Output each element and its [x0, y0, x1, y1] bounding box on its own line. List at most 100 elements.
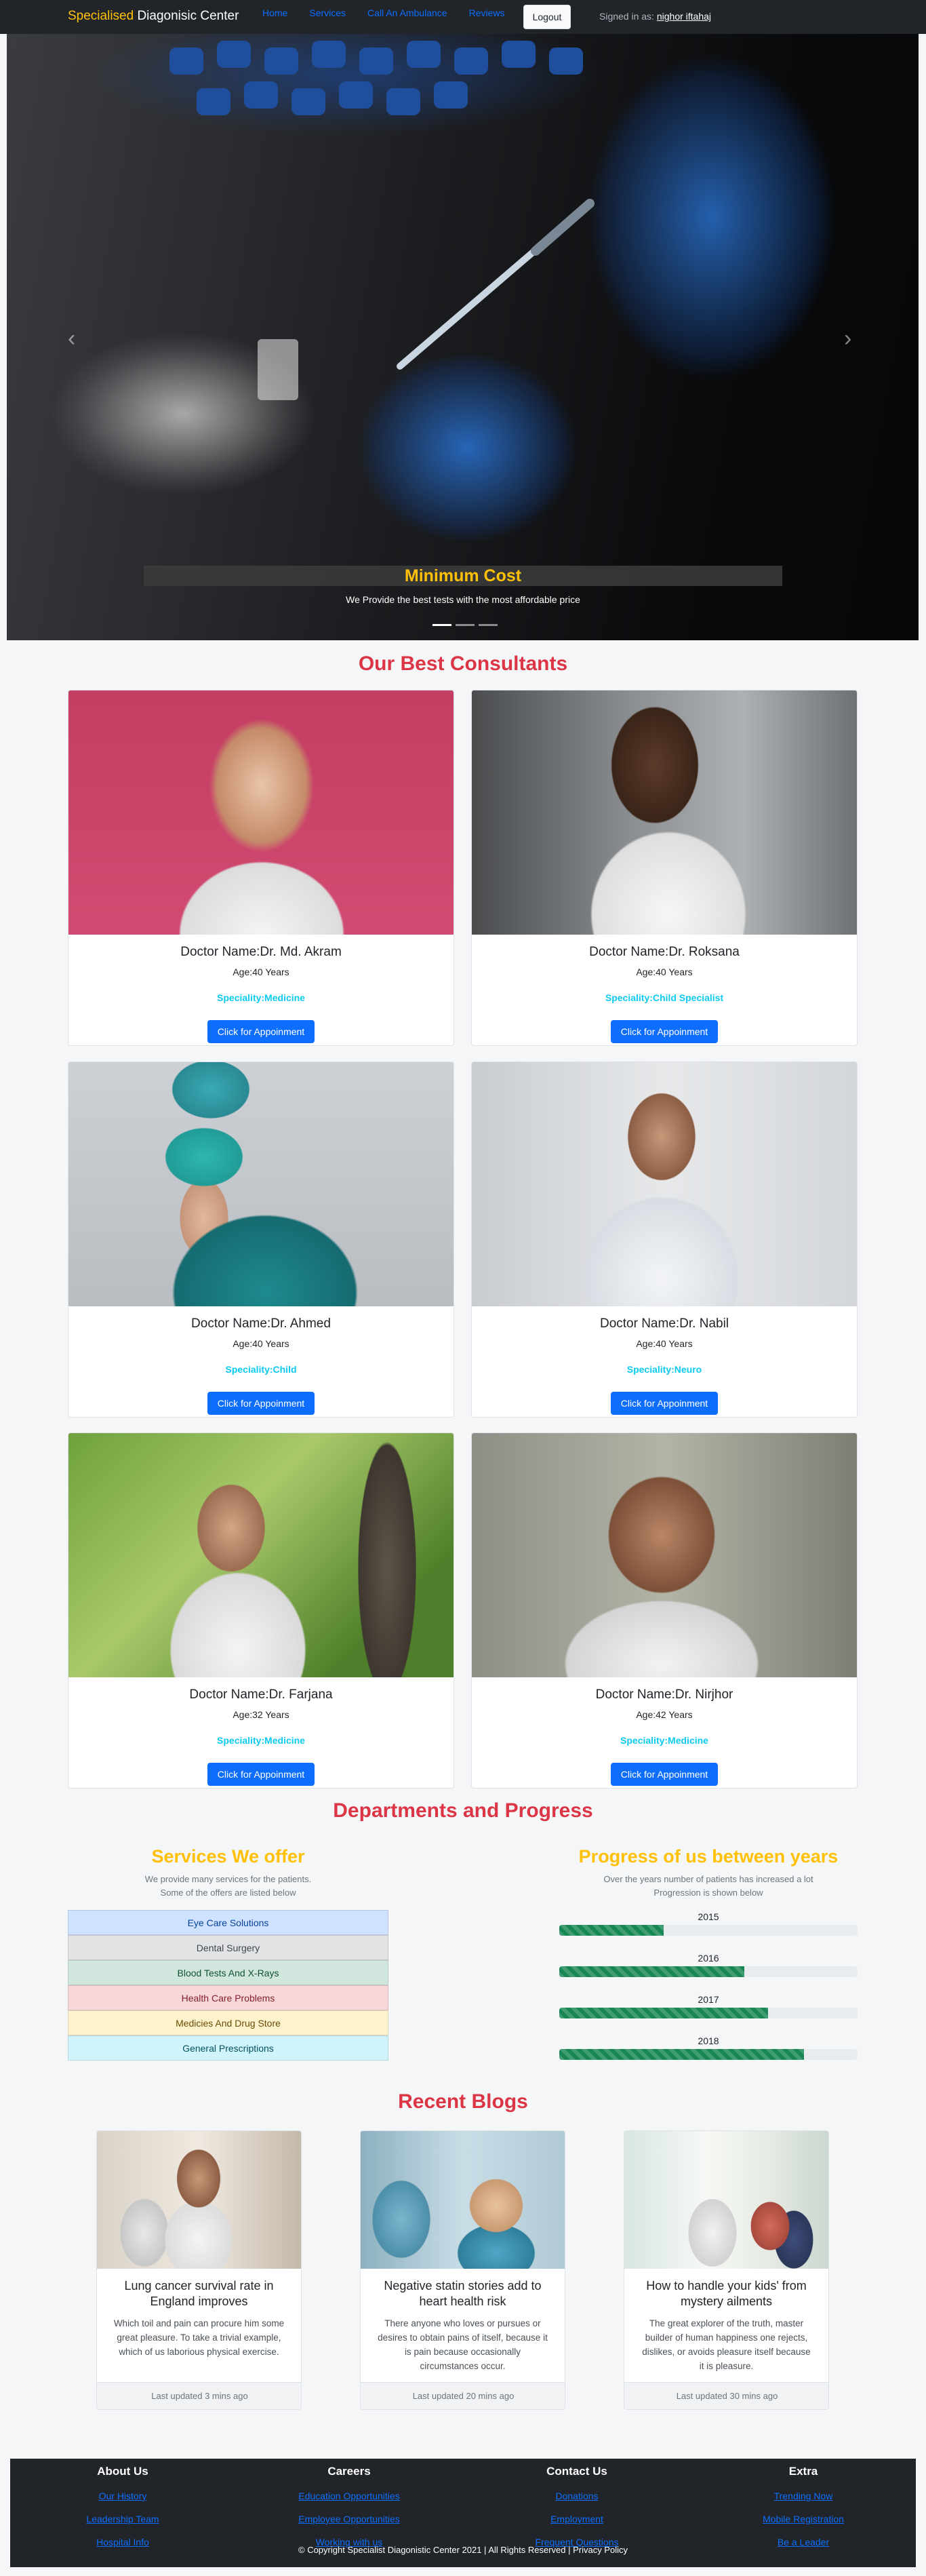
- appointment-button[interactable]: Click for Appoinment: [207, 1763, 315, 1786]
- progress-bar: [559, 1966, 744, 1977]
- progress-list: 2015 2016 2017 2018: [559, 1911, 858, 2060]
- carousel-indicator[interactable]: [432, 624, 451, 626]
- progress-year: 2018: [698, 2035, 719, 2046]
- footer-heading: Extra: [788, 2465, 818, 2478]
- blog-updated: Last updated 3 mins ago: [97, 2382, 301, 2409]
- hero-caption: Minimum Cost We Provide the best tests w…: [144, 566, 782, 605]
- blog-text: The great explorer of the truth, master …: [642, 2318, 811, 2371]
- services-subtitle-line: We provide many services for the patient…: [144, 1874, 312, 1884]
- service-item[interactable]: General Prescriptions: [68, 2035, 388, 2061]
- carousel-indicator[interactable]: [456, 624, 475, 626]
- footer-link[interactable]: Education Opportunities: [247, 2491, 451, 2501]
- footer-column-about: About Us Our History Leadership Team Hos…: [21, 2459, 224, 2548]
- progress-bar: [559, 2008, 768, 2018]
- signed-in-status: Signed in as: nighor iftahaj: [599, 11, 711, 22]
- blog-title[interactable]: How to handle your kids' from mystery ai…: [637, 2278, 816, 2309]
- blog-image: [361, 2131, 565, 2269]
- footer-column-careers: Careers Education Opportunities Employee…: [247, 2459, 451, 2548]
- progress-track: [559, 2049, 858, 2060]
- footer-heading: Contact Us: [546, 2465, 607, 2478]
- doctor-speciality: Speciality:Child: [225, 1364, 297, 1375]
- brand[interactable]: Specialised Diagonisic Center: [68, 9, 239, 24]
- doctor-card: Doctor Name:Dr. Roksana Age:40 Years Spe…: [471, 690, 858, 1046]
- nav-link-ambulance[interactable]: Call An Ambulance: [367, 7, 447, 18]
- doctor-age: Age:40 Years: [233, 1338, 289, 1349]
- nav-link-reviews[interactable]: Reviews: [469, 7, 505, 18]
- progress-subtitle-line: Over the years number of patients has in…: [603, 1874, 813, 1884]
- appointment-button[interactable]: Click for Appoinment: [611, 1392, 718, 1415]
- footer-link[interactable]: Our History: [21, 2491, 224, 2501]
- progress-row: 2016: [559, 1953, 858, 1977]
- service-item[interactable]: Eye Care Solutions: [68, 1910, 388, 1935]
- footer-link[interactable]: Leadership Team: [21, 2514, 224, 2524]
- blog-updated: Last updated 30 mins ago: [624, 2382, 828, 2409]
- services-title: Services We offer: [151, 1846, 305, 1867]
- progress-row: 2015: [559, 1911, 858, 1936]
- appointment-button[interactable]: Click for Appoinment: [207, 1392, 315, 1415]
- footer-column-extra: Extra Trending Now Mobile Registration B…: [702, 2459, 905, 2548]
- doctor-speciality: Speciality:Medicine: [620, 1735, 708, 1746]
- blog-title[interactable]: Negative statin stories add to heart hea…: [373, 2278, 552, 2309]
- carousel-indicator[interactable]: [479, 624, 498, 626]
- appointment-button[interactable]: Click for Appoinment: [611, 1020, 718, 1043]
- progress-year: 2017: [698, 1994, 719, 2005]
- doctor-photo: [472, 1062, 857, 1306]
- progress-bar: [559, 2049, 804, 2060]
- doctor-age: Age:42 Years: [636, 1709, 693, 1720]
- progress-row: 2018: [559, 2035, 858, 2060]
- hero-image: [169, 41, 583, 115]
- doctor-name: Doctor Name:Dr. Nabil: [599, 1316, 729, 1331]
- doctor-name: Doctor Name:Dr. Md. Akram: [180, 945, 342, 959]
- progress-subtitle-line: Progression is shown below: [653, 1888, 763, 1898]
- doctor-age: Age:40 Years: [636, 1338, 693, 1349]
- doctor-card: Doctor Name:Dr. Nirjhor Age:42 Years Spe…: [471, 1432, 858, 1789]
- doctor-speciality: Speciality:Neuro: [626, 1364, 702, 1375]
- blog-text: Which toil and pain can procure him some…: [113, 2318, 285, 2357]
- service-item[interactable]: Health Care Problems: [68, 1985, 388, 2010]
- logout-button[interactable]: Logout: [523, 5, 571, 29]
- appointment-button[interactable]: Click for Appoinment: [207, 1020, 315, 1043]
- nav-links: Home Services Call An Ambulance Reviews: [262, 7, 526, 18]
- carousel-next-icon[interactable]: ›: [844, 326, 851, 352]
- services-list: Eye Care Solutions Dental Surgery Blood Te…: [68, 1910, 388, 2061]
- footer-copyright: © Copyright Specialist Diagonistic Cente…: [298, 2545, 628, 2555]
- progress-track: [559, 1925, 858, 1936]
- doctor-speciality: Speciality:Medicine: [217, 992, 305, 1003]
- signed-in-label: Signed in as:: [599, 11, 657, 22]
- services-subtitle-line: Some of the offers are listed below: [160, 1888, 296, 1898]
- doctor-age: Age:40 Years: [233, 967, 289, 977]
- appointment-button[interactable]: Click for Appoinment: [611, 1763, 718, 1786]
- carousel-indicators: [432, 624, 498, 626]
- progress-title: Progress of us between years: [578, 1846, 839, 1867]
- blog-card: Negative statin stories add to heart hea…: [360, 2130, 565, 2410]
- footer-link[interactable]: Donations: [475, 2491, 679, 2501]
- service-item[interactable]: Dental Surgery: [68, 1935, 388, 1960]
- service-item[interactable]: Medicies And Drug Store: [68, 2010, 388, 2035]
- carousel-prev-icon[interactable]: ‹: [68, 326, 75, 352]
- progress-track: [559, 2008, 858, 2018]
- doctor-name: Doctor Name:Dr. Nirjhor: [595, 1687, 733, 1702]
- services-subtitle: We provide many services for the patient…: [68, 1873, 388, 1900]
- nav-link-home[interactable]: Home: [262, 7, 287, 18]
- footer-link[interactable]: Mobile Registration: [702, 2514, 905, 2524]
- progress-subtitle: Over the years number of patients has in…: [559, 1873, 858, 1900]
- syringe-illustration: [397, 199, 595, 370]
- blog-text: There anyone who loves or pursues or des…: [378, 2318, 548, 2371]
- consultants-title: Our Best Consultants: [358, 652, 568, 675]
- progress-year: 2016: [698, 1953, 719, 1964]
- service-item[interactable]: Blood Tests And X-Rays: [68, 1960, 388, 1985]
- doctor-card: Doctor Name:Dr. Farjana Age:32 Years Spe…: [68, 1432, 454, 1789]
- signed-in-user[interactable]: nighor iftahaj: [657, 11, 711, 22]
- hero-subtitle: We Provide the best tests with the most …: [346, 594, 580, 605]
- vial-illustration: [258, 339, 298, 400]
- footer-link[interactable]: Employee Opportunities: [247, 2514, 451, 2524]
- blog-title[interactable]: Lung cancer survival rate in England imp…: [109, 2278, 289, 2309]
- blog-card: Lung cancer survival rate in England imp…: [96, 2130, 302, 2410]
- nav-link-services[interactable]: Services: [309, 7, 346, 18]
- footer-heading: Careers: [327, 2465, 371, 2478]
- footer-link[interactable]: Trending Now: [702, 2491, 905, 2501]
- doctor-card: Doctor Name:Dr. Ahmed Age:40 Years Speci…: [68, 1061, 454, 1418]
- progress-track: [559, 1966, 858, 1977]
- footer-link[interactable]: Employment: [475, 2514, 679, 2524]
- doctor-speciality: Speciality:Medicine: [217, 1735, 305, 1746]
